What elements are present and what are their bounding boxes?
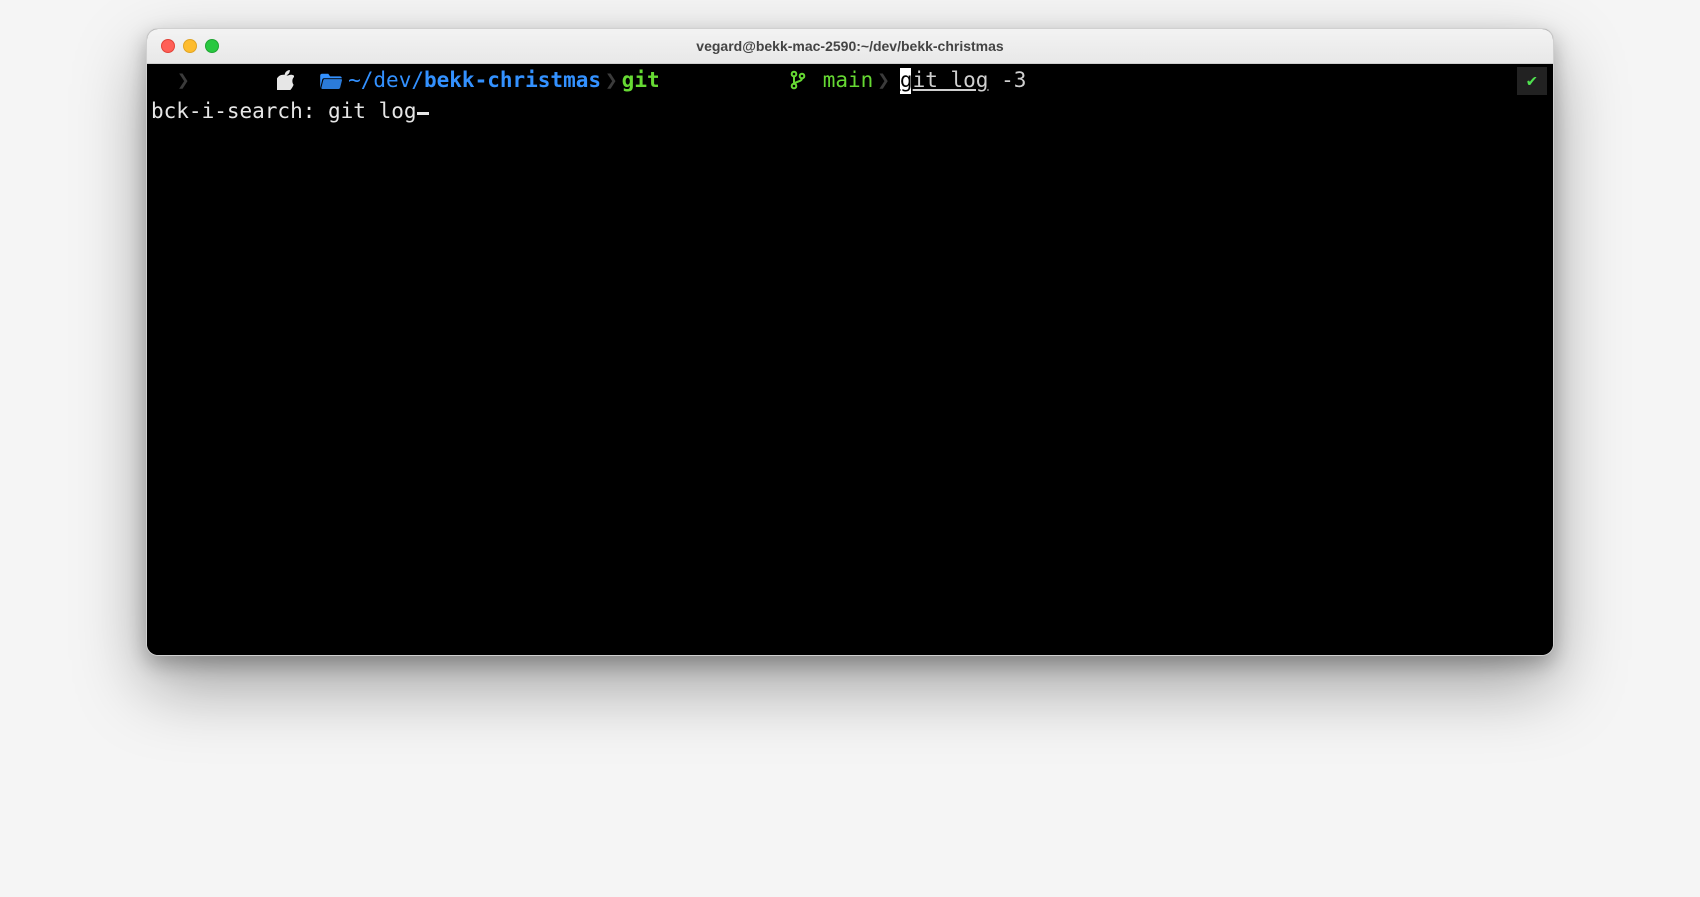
command-input[interactable]: git log -3 [900, 67, 1026, 94]
segment-sep-icon: ❯ [601, 67, 622, 94]
path-repo: bekk-christmas [424, 67, 601, 94]
stage: vegard@bekk-mac-2590:~/dev/bekk-christma… [0, 0, 1700, 897]
git-branch-icon [660, 40, 810, 122]
path-tilde: ~ [348, 67, 361, 94]
command-match-part1: it [913, 68, 951, 92]
cursor-icon [417, 112, 429, 115]
path-slash: / [411, 67, 424, 94]
terminal-body[interactable]: ❯ ~/dev/bekk-christmas ❯ git [147, 64, 1553, 655]
check-icon: ✔ [1527, 70, 1537, 92]
branch-name: main [810, 67, 873, 94]
reverse-search-row: bck-i-search: git log [147, 98, 1553, 125]
segment-sep-icon: ❯ [873, 67, 894, 94]
titlebar[interactable]: vegard@bekk-mac-2590:~/dev/bekk-christma… [147, 29, 1553, 64]
path-slash: / [361, 67, 374, 94]
status-badge: ✔ [1517, 67, 1547, 95]
window-title: vegard@bekk-mac-2590:~/dev/bekk-christma… [147, 38, 1553, 54]
search-query[interactable]: git log [328, 99, 417, 123]
prompt-row: ❯ ~/dev/bekk-christmas ❯ git [147, 64, 1553, 98]
git-label: git [622, 67, 660, 94]
path-mid: dev [373, 67, 411, 94]
segment-sep-icon: ❯ [173, 67, 194, 94]
terminal-window: vegard@bekk-mac-2590:~/dev/bekk-christma… [146, 28, 1554, 656]
command-rest: -3 [988, 68, 1026, 92]
search-prefix: bck-i-search: [151, 99, 328, 123]
search-cursor: g [900, 67, 913, 94]
command-match-part2: log [951, 68, 989, 92]
